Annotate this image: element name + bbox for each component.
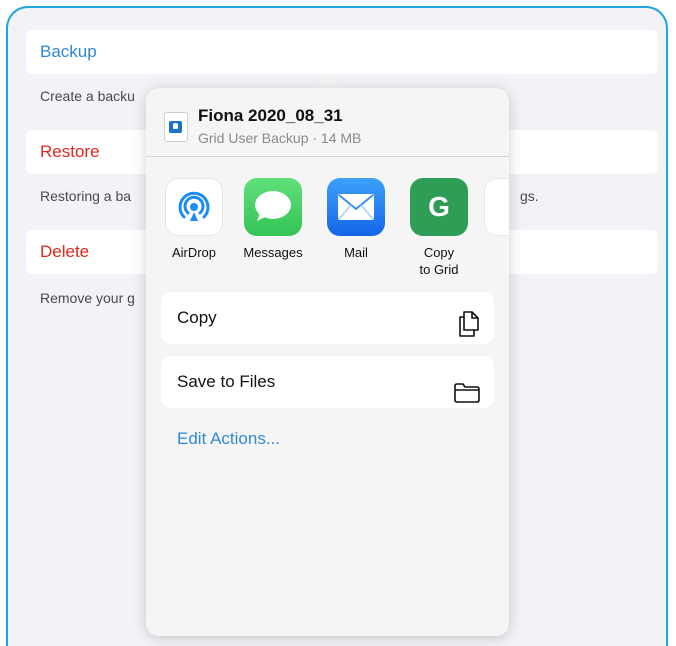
more-icon bbox=[484, 178, 509, 236]
contact-file-icon bbox=[164, 112, 188, 142]
edit-actions-link[interactable]: Edit Actions... bbox=[177, 429, 280, 449]
share-app-label: AirDrop bbox=[171, 245, 217, 260]
delete-description: Remove your g bbox=[40, 290, 135, 306]
messages-icon bbox=[244, 178, 302, 236]
copy-icon bbox=[458, 306, 480, 358]
copy-action-label: Copy bbox=[177, 308, 217, 327]
share-app-more[interactable]: N bbox=[484, 178, 509, 261]
folder-icon bbox=[454, 372, 480, 424]
share-app-label: Mail bbox=[344, 245, 368, 260]
share-app-label: Messages bbox=[243, 245, 303, 260]
restore-description-tail: gs. bbox=[520, 188, 539, 204]
restore-description: Restoring a ba bbox=[40, 188, 132, 204]
airdrop-icon bbox=[165, 178, 223, 236]
share-app-mail[interactable]: Mail bbox=[318, 178, 394, 261]
save-to-files-label: Save to Files bbox=[177, 372, 276, 391]
share-app-label: Copy to Grid bbox=[419, 245, 459, 277]
backup-button[interactable]: Backup bbox=[26, 30, 658, 74]
file-name: Fiona 2020_08_31 bbox=[198, 106, 343, 125]
share-app-airdrop[interactable]: AirDrop bbox=[156, 178, 232, 261]
save-to-files-action[interactable]: Save to Files bbox=[161, 356, 494, 408]
grid-app-icon: G bbox=[410, 178, 468, 236]
share-sheet-header: Fiona 2020_08_31 Grid User Backup · 14 M… bbox=[146, 88, 509, 157]
share-app-label: N bbox=[484, 244, 509, 261]
share-app-messages[interactable]: Messages bbox=[235, 178, 311, 261]
copy-action[interactable]: Copy bbox=[161, 292, 494, 344]
share-app-copy-to-grid[interactable]: G Copy to Grid bbox=[401, 178, 477, 278]
mail-icon bbox=[327, 178, 385, 236]
backup-description: Create a backu bbox=[40, 88, 135, 104]
share-sheet: Fiona 2020_08_31 Grid User Backup · 14 M… bbox=[146, 88, 509, 636]
file-subtitle: Grid User Backup · 14 MB bbox=[198, 130, 362, 146]
